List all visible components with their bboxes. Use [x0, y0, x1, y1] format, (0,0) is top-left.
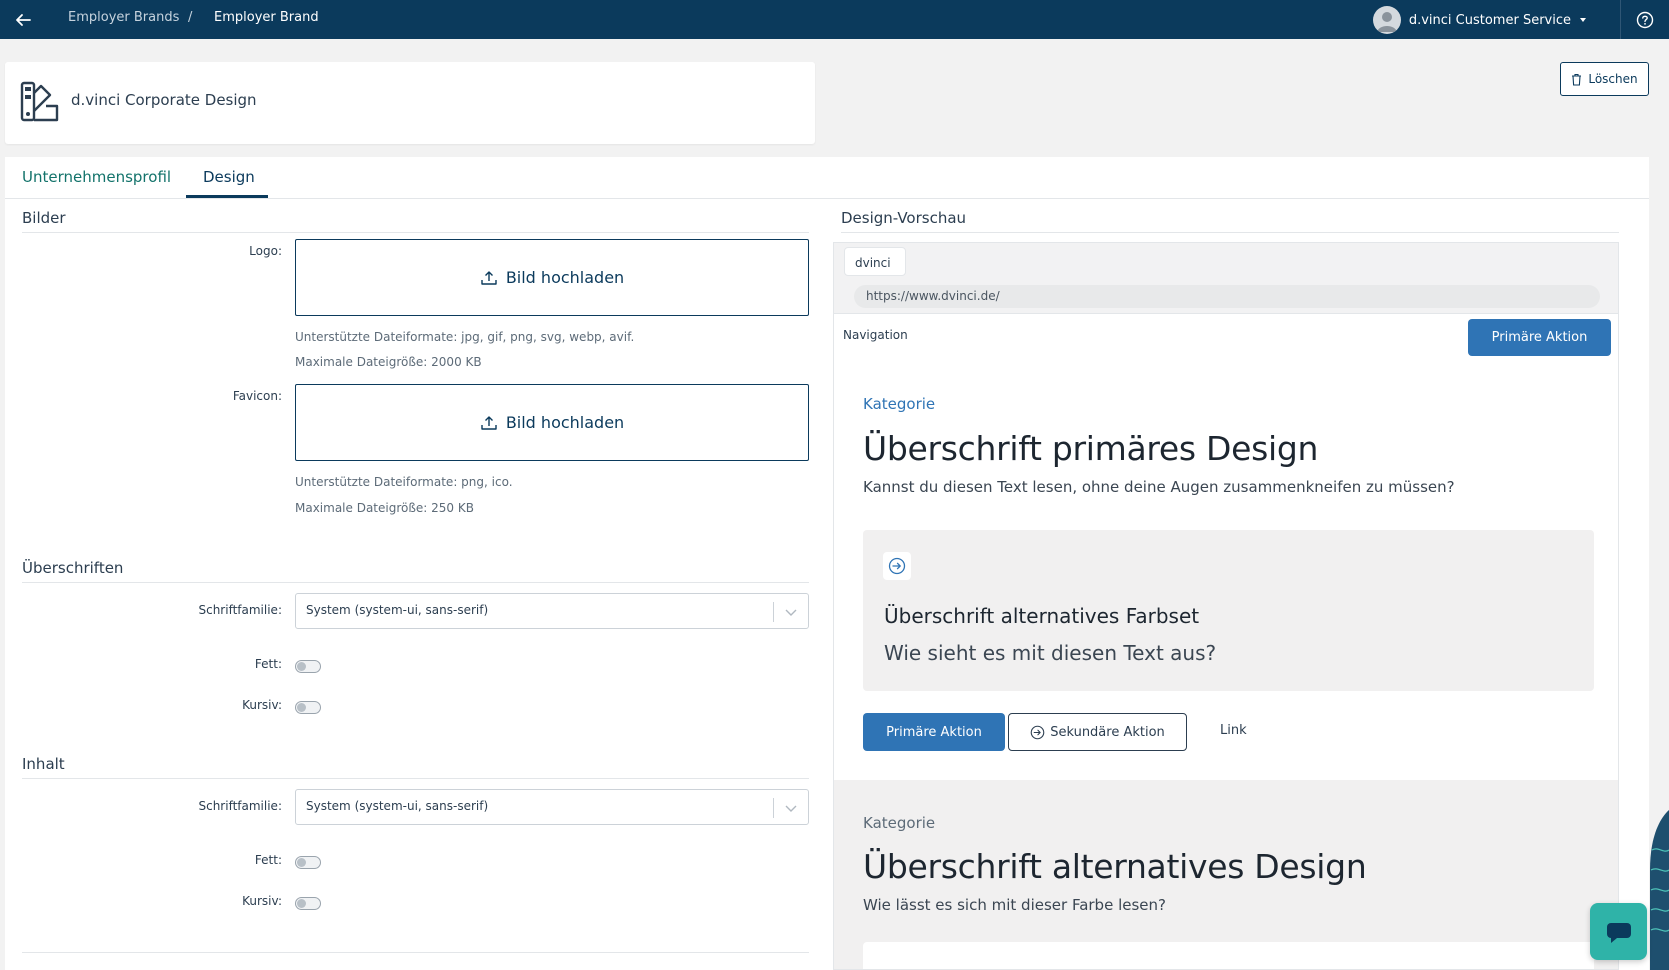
- logo-label: Logo:: [249, 244, 282, 258]
- logo-upload-button[interactable]: Bild hochladen: [295, 239, 809, 316]
- chevron-down-icon: [785, 609, 797, 616]
- breadcrumb-employer-brand: Employer Brand: [214, 10, 319, 25]
- topbar-divider: [1620, 0, 1621, 39]
- favicon-max-size-hint: Maximale Dateigröße: 250 KB: [295, 501, 474, 515]
- arrow-circle-right-icon: [1030, 725, 1045, 739]
- upload-icon: [481, 415, 497, 430]
- page-title: d.vinci Corporate Design: [71, 91, 257, 109]
- preview-alt-text: Wie sieht es mit diesen Text aus?: [884, 641, 1217, 665]
- content-font-select[interactable]: System (system-ui, sans-serif): [295, 789, 809, 825]
- arrow-left-icon[interactable]: [10, 7, 36, 33]
- arrow-circle-right-icon: [883, 552, 911, 580]
- tab-unternehmensprofil[interactable]: Unternehmensprofil: [22, 168, 171, 186]
- content-bold-label: Fett:: [254, 853, 282, 867]
- content-panel: Unternehmensprofil Design Bilder Logo: B…: [5, 157, 1649, 970]
- heading-bold-toggle[interactable]: [295, 660, 321, 673]
- tab-bar: Unternehmensprofil Design: [5, 157, 1649, 199]
- palette-icon: [20, 81, 59, 122]
- section-divider: [841, 232, 1619, 233]
- favicon-upload-button[interactable]: Bild hochladen: [295, 384, 809, 461]
- decorative-wave: [1650, 810, 1669, 970]
- section-divider: [22, 582, 809, 583]
- design-preview: dvinci https://www.dvinci.de/ Navigation…: [833, 242, 1619, 970]
- favicon-formats-hint: Unterstützte Dateiformate: png, ico.: [295, 475, 513, 489]
- heading-font-label: Schriftfamilie:: [198, 603, 282, 617]
- avatar: [1372, 6, 1401, 34]
- preview-alt-heading: Überschrift alternatives Farbset: [884, 604, 1200, 628]
- preview-category: Kategorie: [863, 395, 936, 413]
- content-italic-toggle[interactable]: [295, 897, 321, 910]
- preview-alt-category: Kategorie: [863, 814, 936, 832]
- section-title-preview: Design-Vorschau: [841, 209, 967, 227]
- section-divider: [22, 232, 809, 233]
- preview-secondary-button[interactable]: Sekundäre Aktion: [1008, 713, 1187, 751]
- preview-alt-colorset-card: Überschrift alternatives Farbset Wie sie…: [863, 530, 1594, 691]
- section-divider: [22, 952, 809, 953]
- upload-icon: [481, 270, 497, 285]
- preview-primary-button[interactable]: Primäre Aktion: [863, 713, 1005, 751]
- section-title-inhalt: Inhalt: [22, 755, 65, 773]
- preview-browser-tab: dvinci: [844, 247, 906, 276]
- favicon-label: Favicon:: [232, 389, 282, 403]
- content-font-value: System (system-ui, sans-serif): [306, 799, 489, 813]
- section-divider: [22, 778, 809, 779]
- section-title-bilder: Bilder: [22, 209, 66, 227]
- user-menu[interactable]: d.vinci Customer Service: [1372, 5, 1587, 35]
- logo-max-size-hint: Maximale Dateigröße: 2000 KB: [295, 355, 482, 369]
- preview-url-bar: https://www.dvinci.de/: [854, 285, 1600, 308]
- heading-italic-label: Kursiv:: [242, 698, 282, 712]
- preview-heading-primary: Überschrift primäres Design: [863, 429, 1319, 468]
- breadcrumb-employer-brands[interactable]: Employer Brands: [68, 10, 179, 25]
- logo-formats-hint: Unterstützte Dateiformate: jpg, gif, png…: [295, 330, 635, 344]
- content-font-label: Schriftfamilie:: [198, 799, 282, 813]
- tab-design[interactable]: Design: [203, 168, 255, 186]
- preview-browser-bar: dvinci https://www.dvinci.de/: [834, 243, 1618, 314]
- active-tab-indicator: [186, 195, 268, 198]
- favicon-upload-label: Bild hochladen: [505, 413, 625, 432]
- caret-down-icon: [1580, 18, 1586, 22]
- top-bar: Employer Brands / Employer Brand d.vinci…: [0, 0, 1669, 39]
- preview-alternative-section: Kategorie Überschrift alternatives Desig…: [834, 780, 1618, 969]
- content-italic-label: Kursiv:: [242, 894, 282, 908]
- chat-button[interactable]: [1590, 903, 1647, 960]
- preview-link[interactable]: Link: [1220, 723, 1247, 738]
- section-title-ueberschriften: Überschriften: [22, 559, 124, 577]
- chevron-down-icon: [785, 805, 797, 812]
- heading-font-select[interactable]: System (system-ui, sans-serif): [295, 593, 809, 629]
- delete-button-label: Löschen: [1588, 72, 1638, 86]
- heading-bold-label: Fett:: [254, 657, 282, 671]
- preview-alt-inner-card: [863, 942, 1594, 969]
- breadcrumb-separator: /: [188, 10, 193, 25]
- preview-nav-primary-button[interactable]: Primäre Aktion: [1468, 319, 1611, 356]
- preview-text-primary: Kannst du diesen Text lesen, ohne deine …: [863, 478, 1455, 496]
- chat-icon: [1606, 922, 1631, 943]
- preview-heading-alternative: Überschrift alternatives Design: [863, 847, 1367, 886]
- preview-secondary-button-label: Sekundäre Aktion: [1050, 724, 1165, 740]
- heading-italic-toggle[interactable]: [295, 701, 321, 714]
- trash-icon: [1572, 73, 1582, 86]
- heading-font-value: System (system-ui, sans-serif): [306, 603, 489, 617]
- logo-upload-label: Bild hochladen: [505, 268, 625, 287]
- user-name: d.vinci Customer Service: [1408, 12, 1571, 28]
- delete-button[interactable]: Löschen: [1560, 62, 1649, 96]
- preview-navigation-label: Navigation: [843, 328, 908, 342]
- brand-header-card: d.vinci Corporate Design: [5, 62, 815, 144]
- content-bold-toggle[interactable]: [295, 856, 321, 869]
- preview-text-alternative: Wie lässt es sich mit dieser Farbe lesen…: [863, 896, 1166, 914]
- help-icon[interactable]: [1635, 10, 1655, 30]
